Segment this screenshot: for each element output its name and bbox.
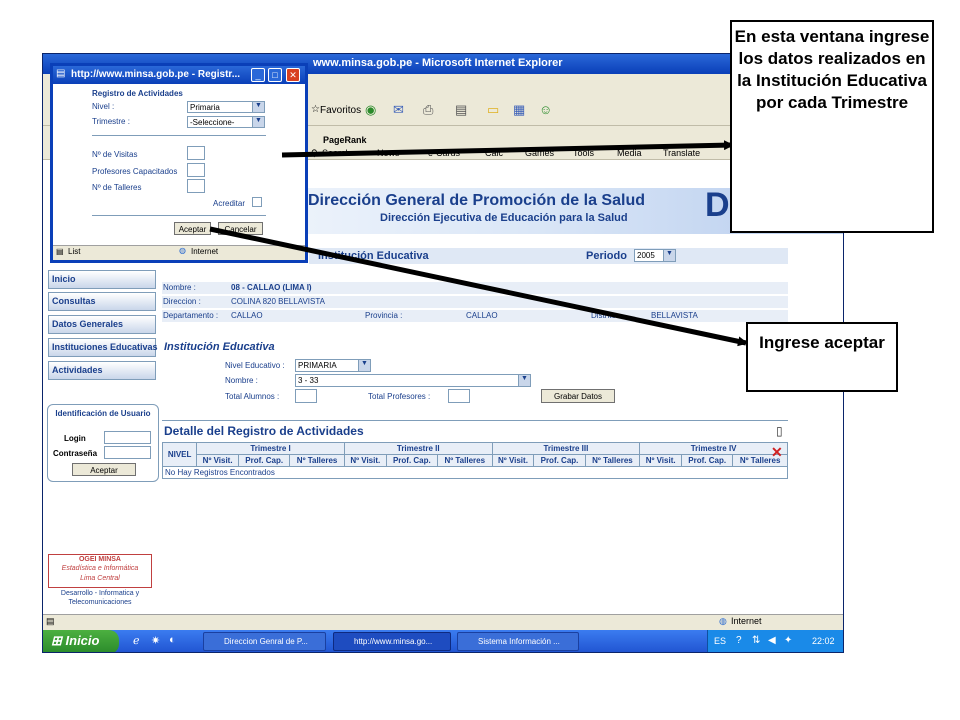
arrow-to-popup — [281, 140, 734, 158]
arrow-to-aceptar — [209, 226, 748, 347]
callout-instructions: En esta ventana ingrese los datos realiz… — [730, 20, 934, 233]
callout-aceptar: Ingrese aceptar — [746, 322, 898, 392]
